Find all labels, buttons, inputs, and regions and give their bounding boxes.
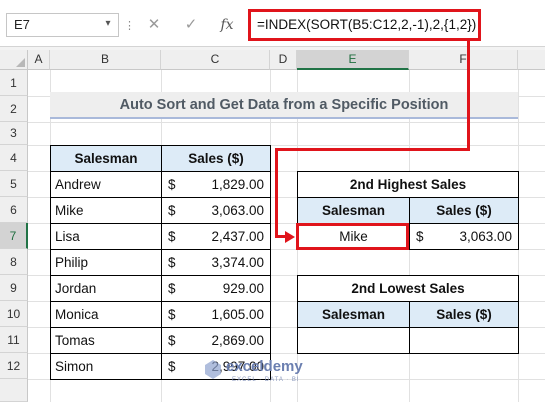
enter-icon[interactable]: ✓ — [178, 13, 204, 37]
column-header-c[interactable]: C — [161, 50, 270, 70]
main-table-sales-cell[interactable]: $3,063.00 — [161, 197, 271, 224]
sales-value: 2,869.00 — [211, 333, 264, 348]
lowest-result-sales[interactable] — [409, 327, 519, 354]
main-table-sales-cell[interactable]: $1,829.00 — [161, 171, 271, 198]
main-table-salesman-cell[interactable]: Andrew — [50, 171, 162, 198]
arrow-icon — [285, 231, 295, 243]
main-table-salesman-cell[interactable]: Mike — [50, 197, 162, 224]
row-header-3[interactable]: 3 — [0, 122, 28, 145]
highest-table-header-sales: Sales ($) — [409, 197, 519, 224]
main-table-salesman-cell[interactable]: Monica — [50, 301, 162, 328]
annotation-connector — [275, 148, 278, 238]
row-header-6[interactable]: 6 — [0, 197, 28, 223]
currency-symbol: $ — [168, 255, 176, 270]
watermark-tagline: EXCEL · DATA · BI — [232, 377, 300, 383]
main-table-header-salesman: Salesman — [50, 145, 162, 172]
active-cell-highlight — [296, 223, 409, 250]
annotation-connector — [275, 148, 470, 151]
exceldemy-logo-icon — [205, 360, 221, 379]
main-table-salesman-cell[interactable]: Philip — [50, 249, 162, 276]
main-table-sales-cell[interactable]: $2,437.00 — [161, 223, 271, 250]
sales-value: 2,437.00 — [211, 229, 264, 244]
row-header-11[interactable]: 11 — [0, 327, 28, 353]
currency-symbol: $ — [416, 229, 424, 244]
row-header-7[interactable]: 7 — [0, 223, 28, 249]
cancel-icon[interactable]: ✕ — [141, 13, 167, 37]
column-header-e[interactable]: E — [297, 50, 409, 70]
column-header-f[interactable]: F — [409, 50, 518, 70]
lowest-table-header-sales: Sales ($) — [409, 301, 519, 328]
sales-value: 929.00 — [222, 281, 264, 296]
row-header-9[interactable]: 9 — [0, 275, 28, 301]
column-header-d[interactable]: D — [270, 50, 297, 70]
sheet-title: Auto Sort and Get Data from a Specific P… — [50, 92, 518, 119]
column-header-b[interactable]: B — [50, 50, 161, 70]
row-header-4[interactable]: 4 — [0, 145, 28, 171]
main-table-salesman-cell[interactable]: Lisa — [50, 223, 162, 250]
select-all-triangle-icon — [16, 58, 25, 67]
sales-value: 1,829.00 — [211, 177, 264, 192]
currency-symbol: $ — [168, 281, 176, 296]
currency-symbol: $ — [168, 229, 176, 244]
currency-symbol: $ — [168, 203, 176, 218]
currency-symbol: $ — [168, 359, 176, 374]
main-table-salesman-cell[interactable]: Simon — [50, 353, 162, 380]
highest-table-header-salesman: Salesman — [297, 197, 410, 224]
highest-result-sales-cell[interactable]: $ 3,063.00 — [409, 223, 519, 250]
row-header-2[interactable]: 2 — [0, 96, 28, 122]
row-header-13[interactable] — [0, 379, 28, 402]
main-table-sales-cell[interactable]: $3,374.00 — [161, 249, 271, 276]
sales-value: 3,063.00 — [211, 203, 264, 218]
main-table-sales-cell[interactable]: $1,605.00 — [161, 301, 271, 328]
highest-table-title: 2nd Highest Sales — [297, 171, 519, 198]
column-header-g[interactable] — [518, 50, 545, 70]
row-header-5[interactable]: 5 — [0, 171, 28, 197]
watermark-text: exceldemy — [226, 358, 303, 375]
currency-symbol: $ — [168, 333, 176, 348]
sales-value: 3,374.00 — [211, 255, 264, 270]
column-header-a[interactable]: A — [28, 50, 50, 70]
row-header-10[interactable]: 10 — [0, 301, 28, 327]
row-header-12[interactable]: 12 — [0, 353, 28, 379]
chevron-down-icon[interactable]: ▾ — [100, 16, 116, 32]
main-table-salesman-cell[interactable]: Jordan — [50, 275, 162, 302]
formula-input[interactable]: =INDEX(SORT(B5:C12,2,-1),2,{1,2}) — [248, 9, 481, 41]
insert-function-icon[interactable]: fx — [214, 13, 240, 37]
main-table-sales-cell[interactable]: $2,869.00 — [161, 327, 271, 354]
main-table-sales-cell[interactable]: $929.00 — [161, 275, 271, 302]
currency-symbol: $ — [168, 177, 176, 192]
lowest-result-name[interactable] — [297, 327, 410, 354]
row-header-1[interactable]: 1 — [0, 70, 28, 96]
sales-value: 1,605.00 — [211, 307, 264, 322]
currency-symbol: $ — [168, 307, 176, 322]
main-table-salesman-cell[interactable]: Tomas — [50, 327, 162, 354]
main-table-header-sales: Sales ($) — [161, 145, 271, 172]
lowest-table-header-salesman: Salesman — [297, 301, 410, 328]
more-options-icon[interactable]: ⋮ — [124, 19, 136, 32]
lowest-table-title: 2nd Lowest Sales — [297, 275, 519, 302]
annotation-connector — [467, 41, 470, 150]
highest-result-sales: 3,063.00 — [459, 229, 512, 244]
row-header-8[interactable]: 8 — [0, 249, 28, 275]
